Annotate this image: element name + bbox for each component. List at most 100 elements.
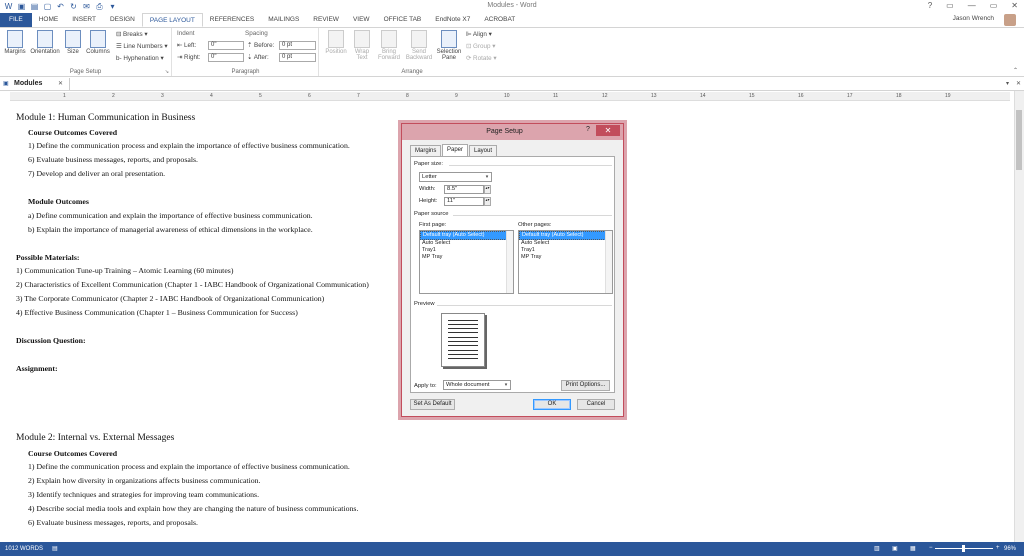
document-paragraph[interactable]: a) Define communication and explain the … [28, 211, 313, 220]
document-paragraph[interactable]: 4) Effective Business Communication (Cha… [16, 308, 298, 317]
document-paragraph[interactable]: 3) The Corporate Communicator (Chapter 2… [16, 294, 324, 303]
tab-insert[interactable]: INSERT [65, 13, 103, 27]
section-heading[interactable]: Course Outcomes Covered [28, 449, 117, 458]
first-page-list[interactable]: Default tray (Auto Select) Auto Select T… [419, 230, 514, 294]
tab-page-layout[interactable]: PAGE LAYOUT [141, 13, 203, 27]
align-button[interactable]: ⊫ Align ▾ [466, 31, 492, 38]
zoom-slider-thumb[interactable] [962, 545, 965, 552]
document-paragraph[interactable]: 1) Define the communication process and … [28, 141, 350, 150]
document-paragraph[interactable]: 7) Develop and deliver an oral presentat… [28, 169, 165, 178]
document-body[interactable]: Module 1: Human Communication in Busines… [16, 105, 436, 540]
hyphenation-button[interactable]: b- Hyphenation ▾ [116, 55, 164, 62]
list-scrollbar[interactable] [506, 231, 513, 293]
bring-forward-button[interactable]: Bring Forward [374, 30, 404, 61]
width-spinner[interactable]: ▴▾ [484, 185, 491, 194]
scrollbar-thumb[interactable] [1016, 110, 1022, 170]
section-heading[interactable]: Module Outcomes [28, 197, 89, 206]
print-options-button[interactable]: Print Options... [561, 380, 610, 391]
spacing-before-input[interactable]: 0 pt [279, 41, 316, 50]
tab-references[interactable]: REFERENCES [203, 13, 261, 27]
ribbon-display-icon[interactable]: ▭ [946, 1, 954, 10]
section-heading[interactable]: Discussion Question: [16, 336, 86, 345]
help-button[interactable]: ? [928, 1, 932, 10]
ok-button[interactable]: OK [533, 399, 571, 410]
cancel-button[interactable]: Cancel [577, 399, 615, 410]
document-paragraph[interactable]: b) Explain the importance of managerial … [28, 225, 313, 234]
orientation-button[interactable]: Orientation [28, 30, 62, 55]
width-input[interactable]: 8.5" [444, 185, 484, 194]
size-button[interactable]: Size [64, 30, 82, 55]
wrap-text-button[interactable]: Wrap Text [350, 30, 374, 61]
indent-right-input[interactable]: 0" [208, 53, 244, 62]
word-count[interactable]: 1012 WORDS [5, 546, 43, 552]
list-item[interactable]: Default tray (Auto Select) [519, 231, 612, 240]
list-item[interactable]: Default tray (Auto Select) [420, 231, 513, 240]
columns-button[interactable]: Columns [84, 30, 112, 55]
send-backward-button[interactable]: Send Backward [404, 30, 434, 61]
paper-size-select[interactable]: Letter ▾ [419, 172, 492, 182]
set-as-default-button[interactable]: Set As Default [410, 399, 455, 410]
module-heading[interactable]: Module 2: Internal vs. External Messages [16, 433, 174, 443]
list-item[interactable]: Tray1 [519, 247, 612, 254]
print-layout-icon[interactable]: ▣ [892, 545, 898, 552]
tab-home[interactable]: HOME [32, 13, 66, 27]
zoom-level[interactable]: 96% [1004, 546, 1016, 552]
document-paragraph[interactable]: 6) Evaluate business messages, reports, … [28, 155, 198, 164]
zoom-in-icon[interactable]: + [996, 545, 1000, 551]
margins-button[interactable]: Margins [3, 30, 27, 55]
section-heading[interactable]: Assignment: [16, 364, 58, 373]
list-item[interactable]: MP Tray [519, 254, 612, 261]
document-paragraph[interactable]: 4) Describe social media tools and expla… [28, 504, 358, 513]
indent-left-input[interactable]: 0" [208, 41, 244, 50]
document-paragraph[interactable]: 2) Characteristics of Excellent Communic… [16, 280, 369, 289]
zoom-out-icon[interactable]: − [929, 545, 933, 551]
height-spinner[interactable]: ▴▾ [484, 197, 491, 206]
position-button[interactable]: Position [322, 30, 350, 55]
spacing-after-input[interactable]: 0 pt [279, 53, 316, 62]
tab-list-icon[interactable]: ▾ [1006, 80, 1009, 87]
web-layout-icon[interactable]: ▦ [910, 545, 916, 552]
dialog-close-button[interactable]: ✕ [596, 125, 620, 136]
close-all-tabs-icon[interactable]: ✕ [1016, 80, 1021, 87]
selection-pane-button[interactable]: Selection Pane [434, 30, 464, 61]
tab-acrobat[interactable]: ACROBAT [477, 13, 522, 27]
module-heading[interactable]: Module 1: Human Communication in Busines… [16, 113, 195, 123]
maximize-button[interactable]: ▭ [990, 1, 998, 10]
list-item[interactable]: Auto Select [420, 240, 513, 247]
tab-review[interactable]: REVIEW [306, 13, 346, 27]
tab-margins[interactable]: Margins [410, 145, 442, 156]
section-heading[interactable]: Possible Materials: [16, 253, 79, 262]
user-name[interactable]: Jason Wrench [953, 15, 994, 22]
height-input[interactable]: 11" [444, 197, 484, 206]
tab-mailings[interactable]: MAILINGS [261, 13, 306, 27]
tab-file[interactable]: FILE [0, 13, 32, 27]
document-paragraph[interactable]: 3) Identify techniques and strategies fo… [28, 490, 259, 499]
list-scrollbar[interactable] [605, 231, 612, 293]
tab-paper[interactable]: Paper [442, 144, 469, 156]
list-item[interactable]: Auto Select [519, 240, 612, 247]
tab-endnote[interactable]: EndNote X7 [428, 13, 477, 27]
dialog-help-button[interactable]: ? [586, 126, 590, 133]
document-paragraph[interactable]: 1) Communication Tune-up Training – Atom… [16, 266, 233, 275]
tab-layout[interactable]: Layout [469, 145, 498, 156]
tab-office-tab[interactable]: OFFICE TAB [377, 13, 429, 27]
document-paragraph[interactable]: 6) Evaluate business messages, reports, … [28, 518, 198, 527]
apply-to-select[interactable]: Whole document ▾ [443, 380, 511, 390]
list-item[interactable]: MP Tray [420, 254, 513, 261]
breaks-button[interactable]: ⊟ Breaks ▾ [116, 31, 148, 38]
tab-view[interactable]: VIEW [346, 13, 377, 27]
minimize-button[interactable]: — [968, 1, 976, 10]
line-numbers-button[interactable]: ☰ Line Numbers ▾ [116, 43, 168, 50]
close-tab-icon[interactable]: ✕ [58, 80, 63, 87]
tab-design[interactable]: DESIGN [103, 13, 142, 27]
document-paragraph[interactable]: 1) Define the communication process and … [28, 462, 350, 471]
dialog-launcher-icon[interactable]: ↘ [165, 69, 169, 75]
document-paragraph[interactable]: 2) Explain how diversity in organization… [28, 476, 261, 485]
proofing-icon[interactable]: ▤ [52, 545, 58, 552]
collapse-ribbon-icon[interactable]: ⌃ [1013, 67, 1018, 74]
document-tab-label[interactable]: Modules [14, 80, 42, 87]
other-pages-list[interactable]: Default tray (Auto Select) Auto Select T… [518, 230, 613, 294]
avatar[interactable] [1004, 14, 1016, 26]
read-mode-icon[interactable]: ▥ [874, 545, 880, 552]
section-heading[interactable]: Course Outcomes Covered [28, 128, 117, 137]
